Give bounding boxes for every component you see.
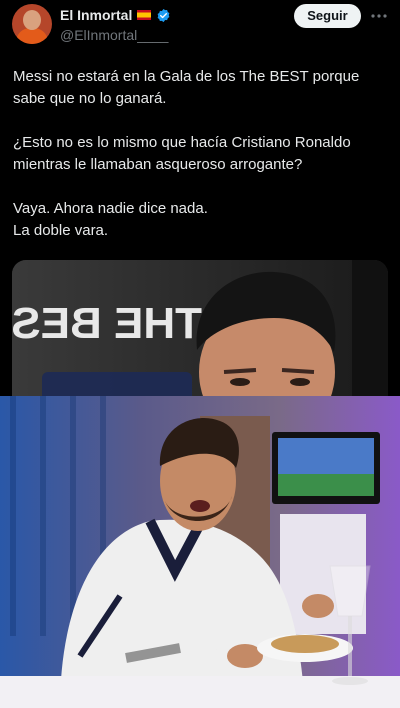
tweet-paragraph: ¿Esto no es lo mismo que hacía Cristiano… <box>13 134 351 173</box>
follow-button[interactable]: Seguir <box>294 4 361 28</box>
the-best-logo: THE BEST <box>12 299 202 348</box>
dinner-scene-image <box>0 396 400 708</box>
tweet-header: El Inmortal @ElInmortal____ Seguir <box>0 0 400 50</box>
avatar[interactable] <box>12 4 52 44</box>
more-options-icon[interactable] <box>370 7 388 25</box>
tweet-paragraph: La doble vara. <box>13 222 109 239</box>
avatar-face <box>23 10 41 30</box>
tweet-media-image[interactable]: THE BEST <box>12 260 388 400</box>
author-display-name[interactable]: El Inmortal <box>60 7 132 23</box>
tweet-paragraph: Vaya. Ahora nadie dice nada. <box>13 200 208 217</box>
the-best-logo-text: THE BEST <box>12 299 202 348</box>
tweet-text: Messi no estará en la Gala de los The BE… <box>13 66 388 242</box>
tweet-paragraph: Messi no estará en la Gala de los The BE… <box>13 68 360 107</box>
the-best-gala-photo: THE BEST <box>12 260 388 400</box>
author-handle[interactable]: @ElInmortal____ <box>60 27 168 43</box>
spain-flag-icon <box>137 10 152 20</box>
verified-badge-icon <box>157 8 170 22</box>
avatar-shirt <box>16 28 48 44</box>
author-name-row[interactable]: El Inmortal <box>60 7 171 23</box>
messi-dinner-photo[interactable] <box>0 396 400 708</box>
